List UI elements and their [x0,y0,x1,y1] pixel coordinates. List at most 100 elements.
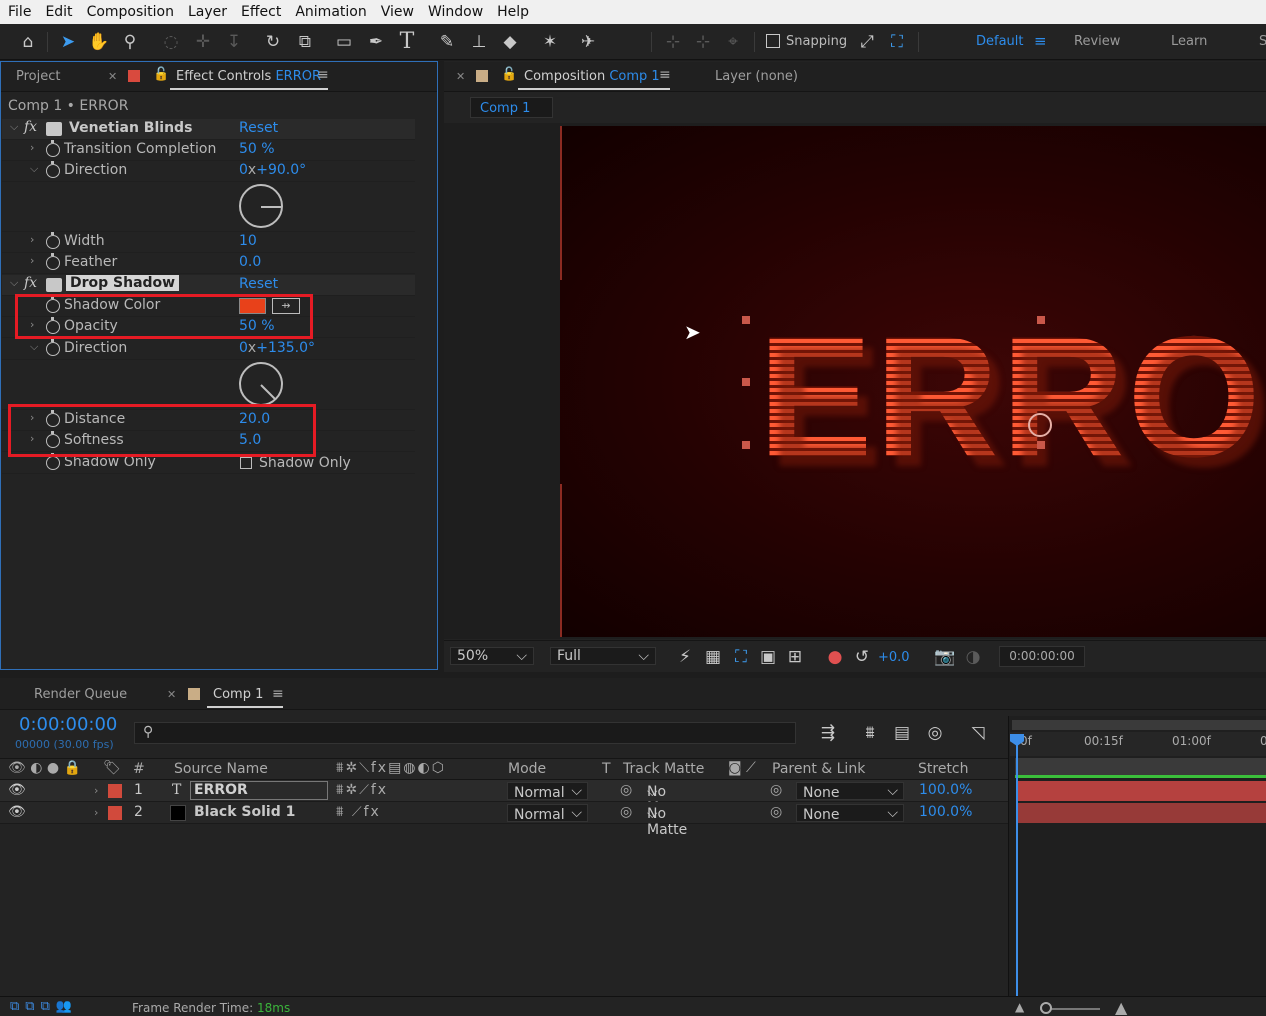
zoom-out-icon[interactable]: ▲ [1015,1000,1024,1014]
mask-visibility-icon[interactable]: ⛶ [728,644,754,670]
axis-local-icon[interactable]: ⊹ [660,29,686,55]
close-tab-icon[interactable]: ✕ [456,70,465,83]
menu-edit[interactable]: Edit [37,4,78,20]
shy-layers-icon[interactable]: ⩩ [857,720,883,746]
chevron-right-icon[interactable]: › [30,141,34,154]
stopwatch-icon[interactable] [46,339,60,356]
workspace-menu-icon[interactable]: ≡ [1034,32,1047,50]
direction-dial[interactable] [239,184,283,228]
stopwatch-icon[interactable] [46,232,60,249]
panel-menu-icon[interactable]: ≡ [272,686,284,702]
layer-label-color[interactable] [108,806,122,820]
workspace-more[interactable]: S [1259,34,1266,49]
pick-whip-icon[interactable]: ◎ [770,782,782,798]
eraser-tool-icon[interactable]: ◆ [497,29,523,55]
stopwatch-icon[interactable] [46,161,60,178]
layer-row-2[interactable]: 👁 › 2 Black Solid 1 ⩩ ⟋fx Normal ⌵ ◎ No M… [0,802,1008,838]
snapping-checkbox[interactable] [766,34,780,48]
stretch-value[interactable]: 100.0% [919,804,972,820]
param-value[interactable]: 10 [239,233,257,249]
orbit-camera-icon[interactable]: ◌ [158,29,184,55]
preserve-transparency-icon[interactable]: ◎ [620,804,632,820]
workspace-review[interactable]: Review [1074,34,1120,49]
channels-icon[interactable]: ● [822,644,848,670]
layer-name[interactable]: Black Solid 1 [194,804,295,820]
header-source-name[interactable]: Source Name [174,761,268,777]
param-width[interactable]: › Width 10 [2,232,415,253]
mode-dropdown[interactable]: Normal ⌵ [507,804,588,823]
layer-row-1[interactable]: 👁 › 1 T ERROR ⩩✲⟋fx Normal⌵ ◎ No Matte⌵ … [0,780,1008,816]
direction-dial[interactable] [239,362,283,406]
param-value[interactable]: 0x+90.0° [239,162,306,178]
workspace-learn[interactable]: Learn [1171,34,1207,49]
grid-guides-icon[interactable]: ⊞ [782,644,808,670]
menu-file[interactable]: File [0,4,37,20]
parent-dropdown[interactable]: None ⌵ [796,804,904,823]
panel-menu-icon[interactable]: ≡ [659,67,671,83]
pick-whip-icon[interactable]: ◎ [770,804,782,820]
playhead[interactable] [1016,734,1018,996]
param-shadow-direction[interactable]: ⌵ Direction 0x+135.0° [2,339,415,360]
param-transition-completion[interactable]: › Transition Completion 50 % [2,140,415,161]
clone-stamp-icon[interactable]: ⊥ [466,29,492,55]
param-value[interactable]: 0x+135.0° [239,340,315,356]
layer-bar-1[interactable] [1016,781,1266,801]
panel-menu-icon[interactable]: ≡ [317,67,329,83]
stopwatch-icon[interactable] [46,453,60,470]
layer-switches[interactable]: ⩩✲⟋fx [336,782,388,798]
reset-exposure-icon[interactable]: ↺ [849,644,875,670]
show-snapshot-icon[interactable]: ◑ [960,644,986,670]
chevron-down-icon[interactable]: ⌵ [30,340,38,354]
effect-venetian-blinds[interactable]: ⌵ fx Venetian Blinds Reset [2,119,415,140]
status-toggle-icons[interactable]: ⧉⧉⧉👥 [10,999,78,1014]
param-value[interactable]: 50 % [239,141,275,157]
pen-tool-icon[interactable]: ✒ [363,29,389,55]
layer-search-input[interactable]: ⚲ [134,722,796,744]
tab-comp-1[interactable]: Comp 1 [213,687,263,702]
lock-icon[interactable]: 🔓 [153,67,169,82]
time-ruler[interactable]: 0f 00:15f 01:00f 0 [1010,732,1266,756]
work-area-bar[interactable] [1012,720,1266,730]
chevron-right-icon[interactable]: › [94,784,98,797]
layer-name[interactable]: ERROR [190,781,328,800]
tab-effect-controls[interactable]: Effect Controls ERROR [176,69,321,84]
effect-drop-shadow[interactable]: ⌵ fx Drop Shadow Reset [2,275,415,296]
fx-icon[interactable]: fx [24,275,37,291]
exposure-value[interactable]: +0.0 [878,650,910,665]
chevron-right-icon[interactable]: › [30,233,34,246]
stretch-value[interactable]: 100.0% [919,782,972,798]
param-value[interactable]: 0.0 [239,254,261,270]
snap-features-icon[interactable]: ⛶ [884,29,910,55]
hand-tool-icon[interactable]: ✋ [86,29,112,55]
resolution-dropdown[interactable]: Full ⌵ [550,647,656,665]
viewer-timecode[interactable]: 0:00:00:00 [999,646,1085,667]
tab-composition[interactable]: Composition Comp 1 [524,69,660,84]
brush-tool-icon[interactable]: ✎ [434,29,460,55]
shadow-only-checkbox[interactable] [240,457,252,469]
chevron-right-icon[interactable]: › [30,254,34,267]
param-feather[interactable]: › Feather 0.0 [2,253,415,274]
graph-editor-icon[interactable]: ◹ [965,720,991,746]
layer-switches[interactable]: ⩩ ⟋fx [336,804,381,820]
zoom-slider-handle[interactable] [1040,1002,1052,1014]
zoom-tool-icon[interactable]: ⚲ [117,29,143,55]
roto-brush-icon[interactable]: ✶ [537,29,563,55]
chevron-right-icon[interactable]: › [94,806,98,819]
visibility-eye-icon[interactable]: 👁 [8,782,26,798]
type-tool-icon[interactable]: T [394,29,420,55]
comp-subtab[interactable]: Comp 1 [470,97,553,118]
close-tab-icon[interactable]: ✕ [108,70,117,83]
frame-blending-icon[interactable]: ▤ [889,720,915,746]
dolly-camera-icon[interactable]: ↧ [221,29,247,55]
current-time[interactable]: 0:00:00:00 [19,714,117,735]
comp-canvas[interactable]: ERROR [560,126,1266,637]
menu-help[interactable]: Help [489,4,535,20]
chevron-down-icon[interactable]: ⌵ [10,120,18,134]
workspace-default[interactable]: Default [976,34,1024,49]
canvas-error-text[interactable]: ERROR [758,311,1266,483]
rectangle-tool-icon[interactable]: ▭ [331,29,357,55]
fx-icon[interactable]: fx [24,119,37,135]
menu-layer[interactable]: Layer [180,4,233,20]
tab-layer[interactable]: Layer (none) [715,69,798,84]
motion-blur-icon[interactable]: ◎ [922,720,948,746]
